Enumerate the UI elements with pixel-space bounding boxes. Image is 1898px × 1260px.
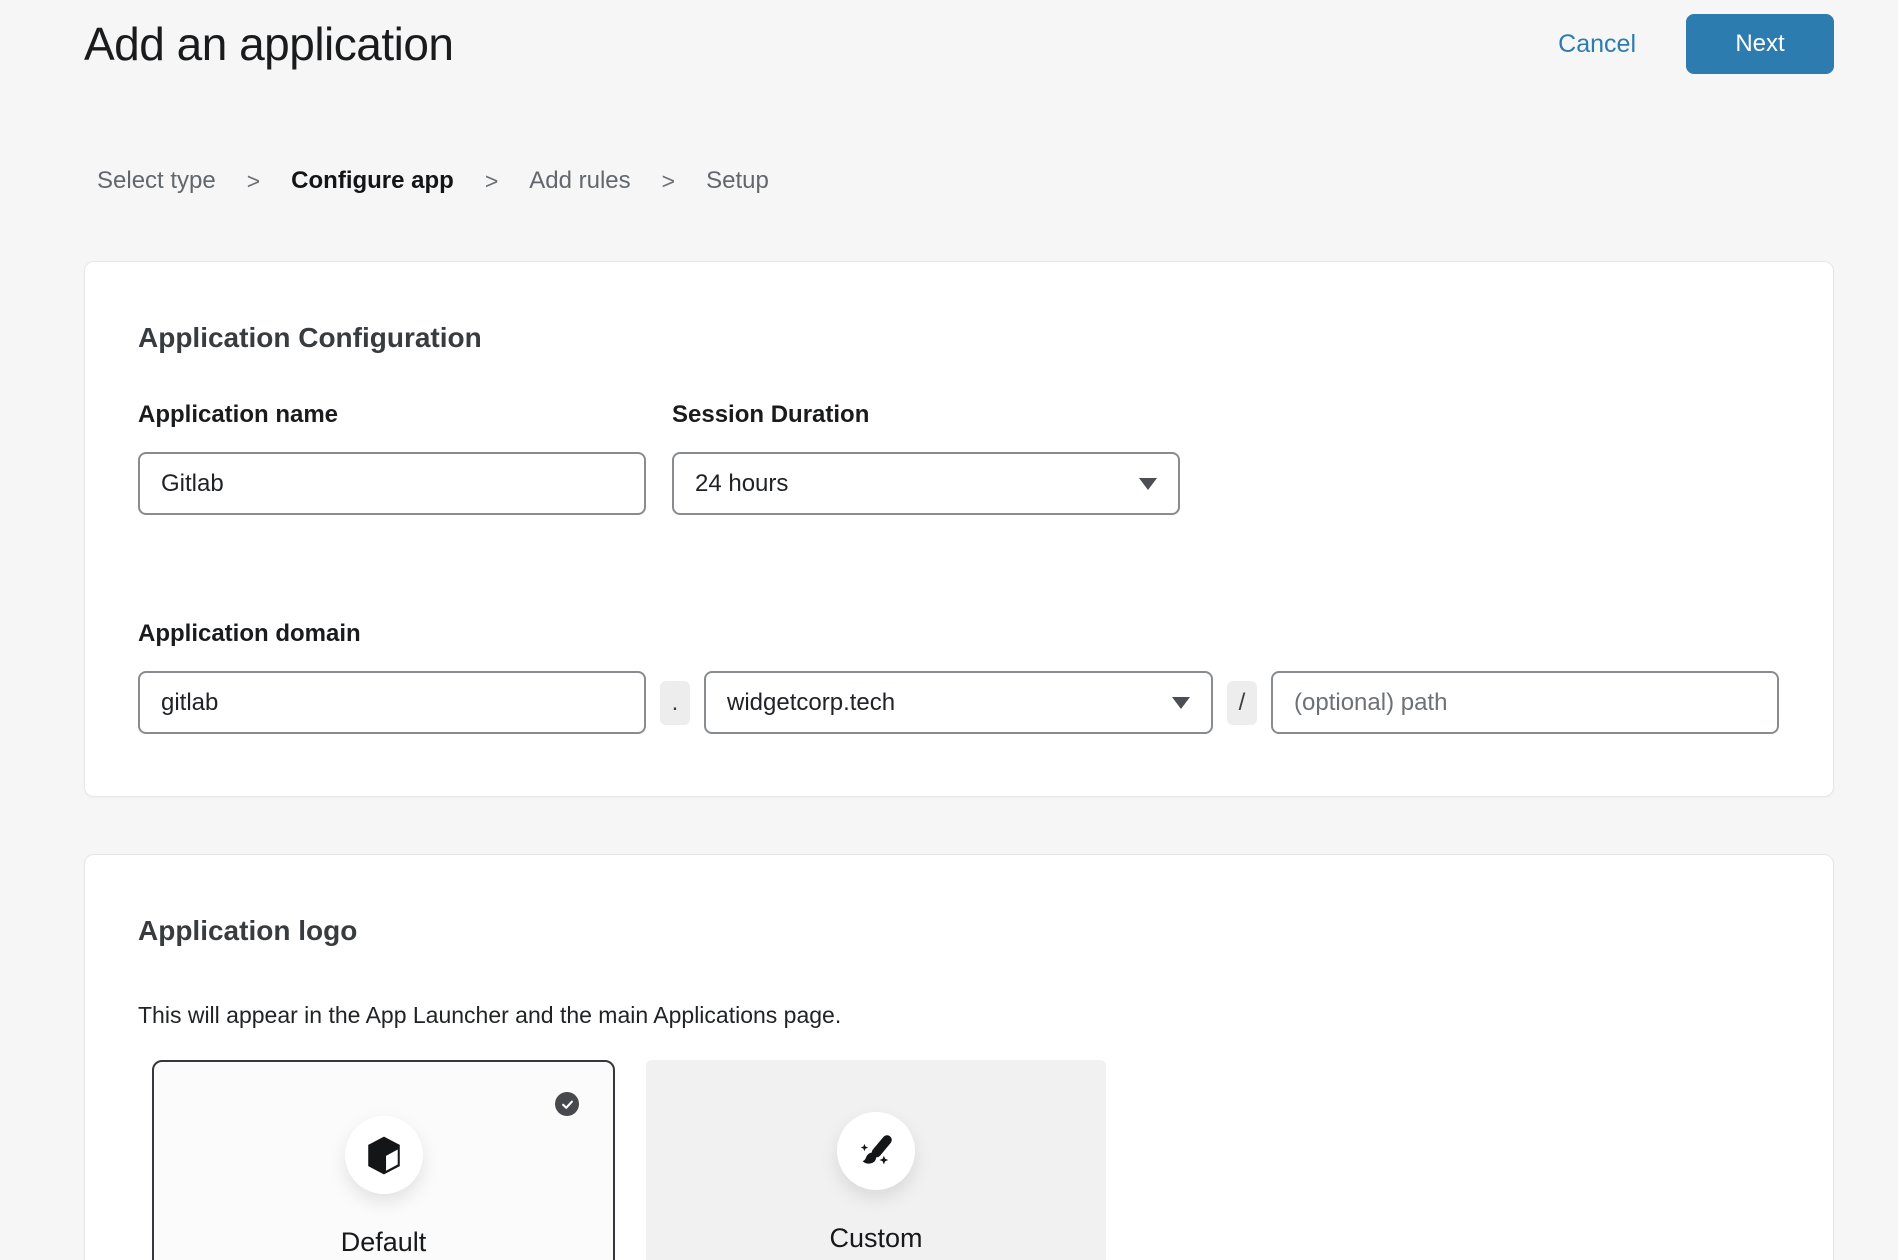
- logo-option-custom[interactable]: Custom: [646, 1060, 1106, 1260]
- selected-check-badge: [555, 1092, 579, 1116]
- session-duration-value: 24 hours: [695, 470, 788, 498]
- subdomain-input[interactable]: [138, 671, 646, 734]
- domain-select-value: widgetcorp.tech: [727, 689, 895, 717]
- step-select-type[interactable]: Select type: [97, 167, 216, 195]
- slash-separator: /: [1227, 681, 1257, 725]
- header-actions: Cancel Next: [1558, 14, 1834, 74]
- custom-logo-circle: [837, 1112, 915, 1190]
- chevron-down-icon: [1172, 697, 1190, 709]
- step-separator-icon: >: [247, 168, 260, 195]
- cube-icon: [365, 1135, 403, 1176]
- session-duration-select[interactable]: 24 hours: [672, 452, 1180, 515]
- logo-heading: Application logo: [138, 915, 1780, 947]
- add-application-page: Add an application Cancel Next Select ty…: [0, 0, 1898, 1260]
- step-setup[interactable]: Setup: [706, 167, 769, 195]
- page-title: Add an application: [84, 17, 454, 71]
- application-name-field-group: Application name: [138, 401, 646, 515]
- application-logo-card: Application logo This will appear in the…: [84, 854, 1834, 1260]
- application-configuration-card: Application Configuration Application na…: [84, 261, 1834, 797]
- step-add-rules[interactable]: Add rules: [529, 167, 630, 195]
- logo-description: This will appear in the App Launcher and…: [138, 1002, 1780, 1029]
- application-domain-field-group: Application domain . widgetcorp.tech /: [138, 620, 1779, 734]
- application-domain-row: Application domain . widgetcorp.tech /: [138, 620, 1780, 734]
- default-logo-circle: [345, 1116, 423, 1194]
- logo-option-default[interactable]: Default: [152, 1060, 615, 1260]
- configuration-heading: Application Configuration: [138, 322, 1780, 354]
- step-separator-icon: >: [485, 168, 498, 195]
- logo-option-label: Default: [341, 1227, 427, 1258]
- cancel-button[interactable]: Cancel: [1558, 30, 1636, 59]
- next-button[interactable]: Next: [1686, 14, 1834, 74]
- path-input[interactable]: [1271, 671, 1779, 734]
- logo-option-tiles: Default Custom: [152, 1060, 1780, 1260]
- session-duration-label: Session Duration: [672, 401, 1180, 429]
- page-header: Add an application Cancel Next: [84, 13, 1834, 75]
- domain-select[interactable]: widgetcorp.tech: [704, 671, 1213, 734]
- application-name-input[interactable]: [138, 452, 646, 515]
- step-configure-app[interactable]: Configure app: [291, 167, 454, 195]
- logo-option-label: Custom: [829, 1223, 922, 1254]
- name-duration-row: Application name Session Duration 24 hou…: [138, 401, 1780, 515]
- check-icon: [560, 1097, 575, 1112]
- domain-input-line: . widgetcorp.tech /: [138, 671, 1779, 734]
- step-separator-icon: >: [662, 168, 675, 195]
- paintbrush-icon: [855, 1130, 897, 1172]
- wizard-steps: Select type > Configure app > Add rules …: [97, 167, 1898, 195]
- application-name-label: Application name: [138, 401, 646, 429]
- application-domain-label: Application domain: [138, 620, 1779, 648]
- chevron-down-icon: [1139, 478, 1157, 490]
- session-duration-field-group: Session Duration 24 hours: [672, 401, 1180, 515]
- dot-separator: .: [660, 681, 690, 725]
